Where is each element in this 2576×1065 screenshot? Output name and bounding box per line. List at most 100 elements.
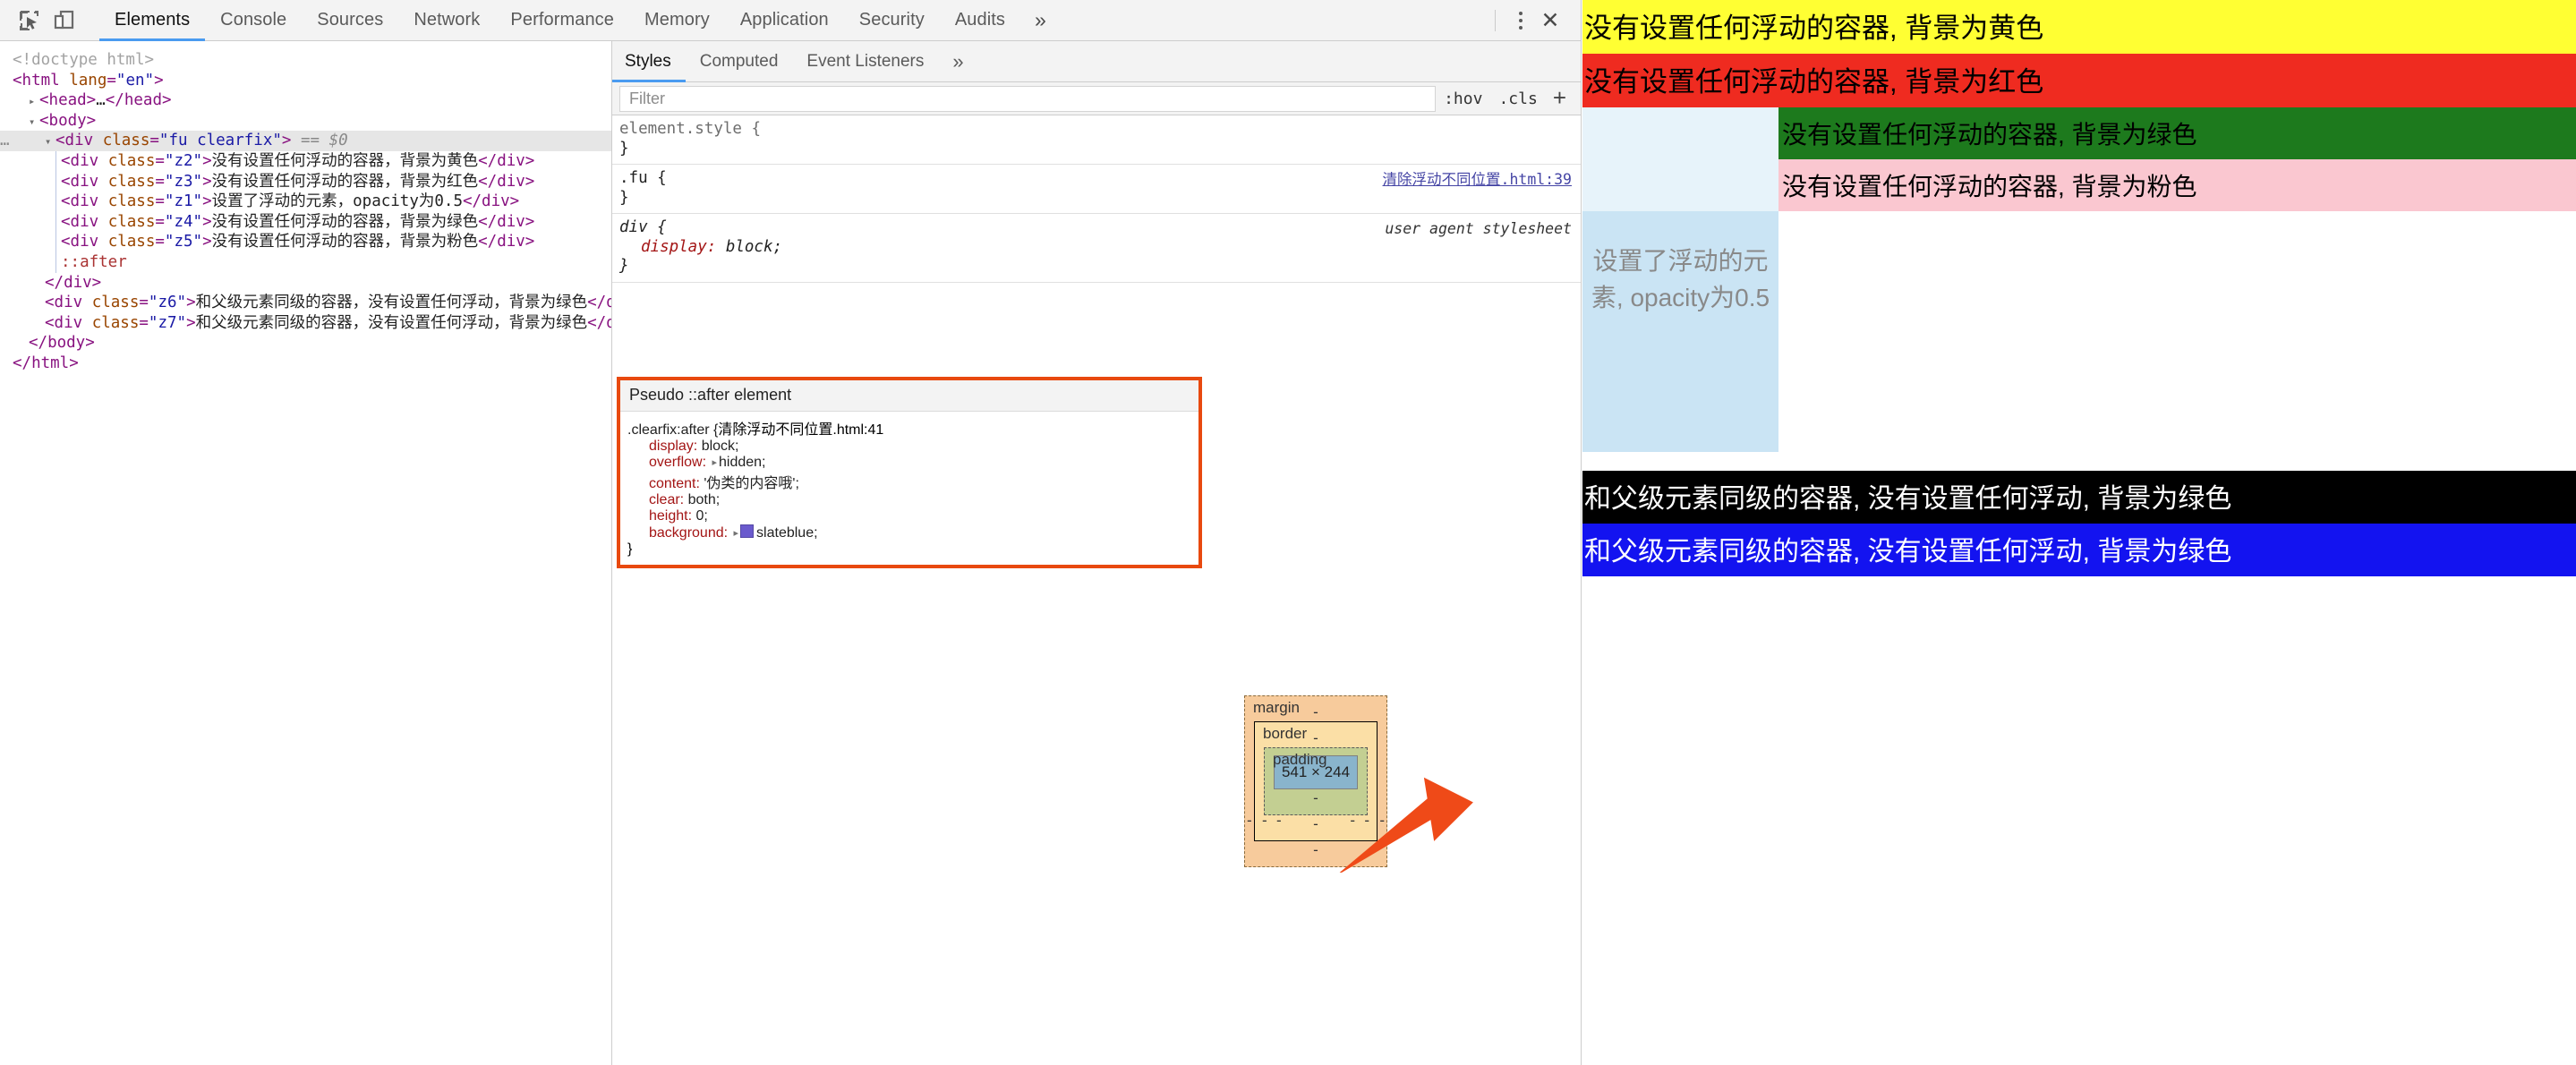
tab-sources[interactable]: Sources <box>302 0 398 40</box>
dom-node-line[interactable]: ▾ <div class="fu clearfix"> == $0… <box>0 131 611 151</box>
box-model-padding-label: padding <box>1273 751 1327 768</box>
tab-network[interactable]: Network <box>398 0 495 40</box>
preview-float-container: 设置了浮动的元素, opacity为0.5 没有设置任何浮动的容器, 背景为绿色… <box>1582 107 2576 471</box>
close-icon[interactable]: ✕ <box>1534 5 1566 36</box>
tab-memory[interactable]: Memory <box>629 0 725 40</box>
styles-more-tabs-icon[interactable]: » <box>938 41 977 81</box>
dom-node-line[interactable]: </div> <box>0 273 611 294</box>
dom-node-line[interactable]: <!doctype html> <box>0 50 611 71</box>
stylesheet-origin-label: user agent stylesheet <box>1385 220 1572 237</box>
filter-input[interactable]: Filter <box>619 85 1437 112</box>
css-property-name[interactable]: display: <box>649 439 702 454</box>
hov-button[interactable]: :hov <box>1436 89 1490 108</box>
css-selector[interactable]: element.style { <box>619 120 1574 140</box>
css-property-value[interactable]: block; <box>702 439 739 454</box>
css-rule[interactable]: element.style {} <box>612 115 1581 165</box>
margin-left-value[interactable]: - <box>1247 812 1252 830</box>
tab-application[interactable]: Application <box>725 0 844 40</box>
devtools-toolbar: Elements Console Sources Network Performance… <box>0 0 1581 41</box>
dom-node-line[interactable]: ::after <box>0 252 611 273</box>
device-toolbar-icon[interactable] <box>47 4 81 38</box>
css-declaration[interactable]: height: 0; <box>627 508 1191 524</box>
dom-indent-guide <box>55 151 56 273</box>
expand-triangle-icon[interactable]: ▸ <box>732 527 741 539</box>
css-property-name[interactable]: clear: <box>649 492 688 507</box>
devtools-window: Elements Console Sources Network Performance… <box>0 0 1582 1065</box>
css-rule-close-brace: } <box>619 139 629 158</box>
tab-console[interactable]: Console <box>205 0 302 40</box>
css-property-name[interactable]: height: <box>649 508 695 524</box>
css-declaration[interactable]: display: block; <box>627 439 1191 455</box>
css-property-name[interactable]: background: <box>649 525 732 541</box>
tab-audits[interactable]: Audits <box>940 0 1020 40</box>
pseudo-block-header: Pseudo ::after element <box>620 380 1198 412</box>
css-property-name[interactable]: display: <box>641 238 726 256</box>
toolbar-right-controls: ✕ <box>1491 0 1581 40</box>
preview-block-z3: 没有设置任何浮动的容器, 背景为红色 <box>1582 54 2576 107</box>
cls-button[interactable]: .cls <box>1490 89 1545 108</box>
color-swatch[interactable] <box>740 524 755 538</box>
preview-block-z6: 和父级元素同级的容器, 没有设置任何浮动, 背景为绿色 <box>1582 471 2576 524</box>
dom-node-line[interactable]: <div class="z1">设置了浮动的元素，opacity为0.5</di… <box>0 192 611 212</box>
dom-node-line[interactable]: <div class="z3">没有设置任何浮动的容器，背景为红色</div> <box>0 172 611 192</box>
dom-node-line[interactable]: <html lang="en"> <box>0 71 611 91</box>
pseudo-after-rule-block: Pseudo ::after element .clearfix:after {… <box>617 377 1202 568</box>
css-declaration[interactable]: clear: both; <box>627 492 1191 508</box>
devtools-tabs: Elements Console Sources Network Performance… <box>99 0 1061 41</box>
styles-filter-row: Filter :hov .cls + <box>612 82 1581 115</box>
dom-node-line[interactable]: ▾ <body> <box>0 111 611 132</box>
css-declaration[interactable]: content: '伪类的内容哦'; <box>627 471 1191 492</box>
styles-tab-styles[interactable]: Styles <box>612 41 686 82</box>
inspect-element-icon[interactable] <box>13 4 47 38</box>
css-rule[interactable]: div {user agent stylesheet display: block… <box>612 214 1581 283</box>
padding-left-value[interactable]: - <box>1276 812 1282 830</box>
preview-block-z7: 和父级元素同级的容器, 没有设置任何浮动, 背景为绿色 <box>1582 524 2576 576</box>
styles-sidebar: Styles Computed Event Listeners» Filter :h… <box>612 41 1581 1065</box>
pseudo-selector-row[interactable]: .clearfix:after {清除浮动不同位置.html:41 <box>627 417 1191 439</box>
pseudo-css-selector[interactable]: .clearfix:after { <box>627 422 718 438</box>
css-property-value[interactable]: '伪类的内容哦'; <box>704 476 799 491</box>
dom-node-line[interactable]: <div class="z6">和父级元素同级的容器，没有设置任何浮动，背景为绿… <box>0 293 611 313</box>
dom-node-line[interactable]: </html> <box>0 354 611 374</box>
border-left-value[interactable]: - <box>1262 812 1267 830</box>
tab-performance[interactable]: Performance <box>495 0 629 40</box>
dom-node-line[interactable]: <div class="z2">没有设置任何浮动的容器，背景为黄色</div> <box>0 151 611 172</box>
css-property-value[interactable]: slateblue; <box>756 525 818 541</box>
more-tabs-icon[interactable]: » <box>1020 0 1061 40</box>
css-property-name[interactable]: content: <box>649 476 704 491</box>
pseudo-stylesheet-source-link[interactable]: 清除浮动不同位置.html:41 <box>718 422 883 438</box>
css-declaration[interactable]: background: ▸ slateblue; <box>627 524 1191 541</box>
css-property-value[interactable]: hidden; <box>719 455 766 470</box>
expand-triangle-icon[interactable]: ▸ <box>710 456 719 468</box>
rendered-page-preview: 没有设置任何浮动的容器, 背景为黄色 没有设置任何浮动的容器, 背景为红色 设置… <box>1582 0 2576 1065</box>
tab-security[interactable]: Security <box>844 0 940 40</box>
toolbar-icon-group <box>0 0 99 40</box>
pseudo-rule-close-brace: } <box>627 541 633 557</box>
css-rule-close-brace: } <box>619 257 629 275</box>
dom-node-line[interactable]: <div class="z5">没有设置任何浮动的容器，背景为粉色</div> <box>0 232 611 252</box>
kebab-menu-icon[interactable] <box>1507 5 1534 36</box>
box-model-margin-label: margin <box>1253 699 1300 716</box>
styles-tab-event-listeners[interactable]: Event Listeners <box>792 41 938 81</box>
css-property-value[interactable]: 0; <box>695 508 707 524</box>
css-rule[interactable]: .fu {清除浮动不同位置.html:39} <box>612 165 1581 214</box>
dom-node-line[interactable]: </body> <box>0 333 611 354</box>
tab-elements[interactable]: Elements <box>99 0 206 41</box>
css-property-value[interactable]: both; <box>688 492 721 507</box>
toolbar-right-divider <box>1495 9 1496 31</box>
css-rules-list: element.style {} .fu {清除浮动不同位置.html:39} di… <box>612 115 1581 283</box>
styles-tab-computed[interactable]: Computed <box>686 41 793 81</box>
dom-overflow-ellipsis[interactable]: … <box>0 131 10 151</box>
dom-node-line[interactable]: ▸ <head>…</head> <box>0 90 611 111</box>
css-property-name[interactable]: overflow: <box>649 455 710 470</box>
preview-block-z2: 没有设置任何浮动的容器, 背景为黄色 <box>1582 0 2576 54</box>
pseudo-block-body: .clearfix:after {清除浮动不同位置.html:41 display… <box>620 412 1198 565</box>
css-declaration[interactable]: overflow: ▸ hidden; <box>627 455 1191 471</box>
dom-node-line[interactable]: <div class="z4">没有设置任何浮动的容器，背景为绿色</div> <box>0 212 611 233</box>
add-style-rule-button[interactable]: + <box>1546 86 1575 112</box>
dom-tree-pane[interactable]: <!doctype html> <html lang="en"> ▸ <head>…<… <box>0 41 612 1065</box>
stylesheet-source-link[interactable]: 清除浮动不同位置.html:39 <box>1383 170 1572 190</box>
css-property-value[interactable]: block; <box>726 238 782 256</box>
css-declaration[interactable]: display: block; <box>619 238 1574 258</box>
dom-node-line[interactable]: <div class="z7">和父级元素同级的容器，没有设置任何浮动，背景为绿… <box>0 313 611 334</box>
